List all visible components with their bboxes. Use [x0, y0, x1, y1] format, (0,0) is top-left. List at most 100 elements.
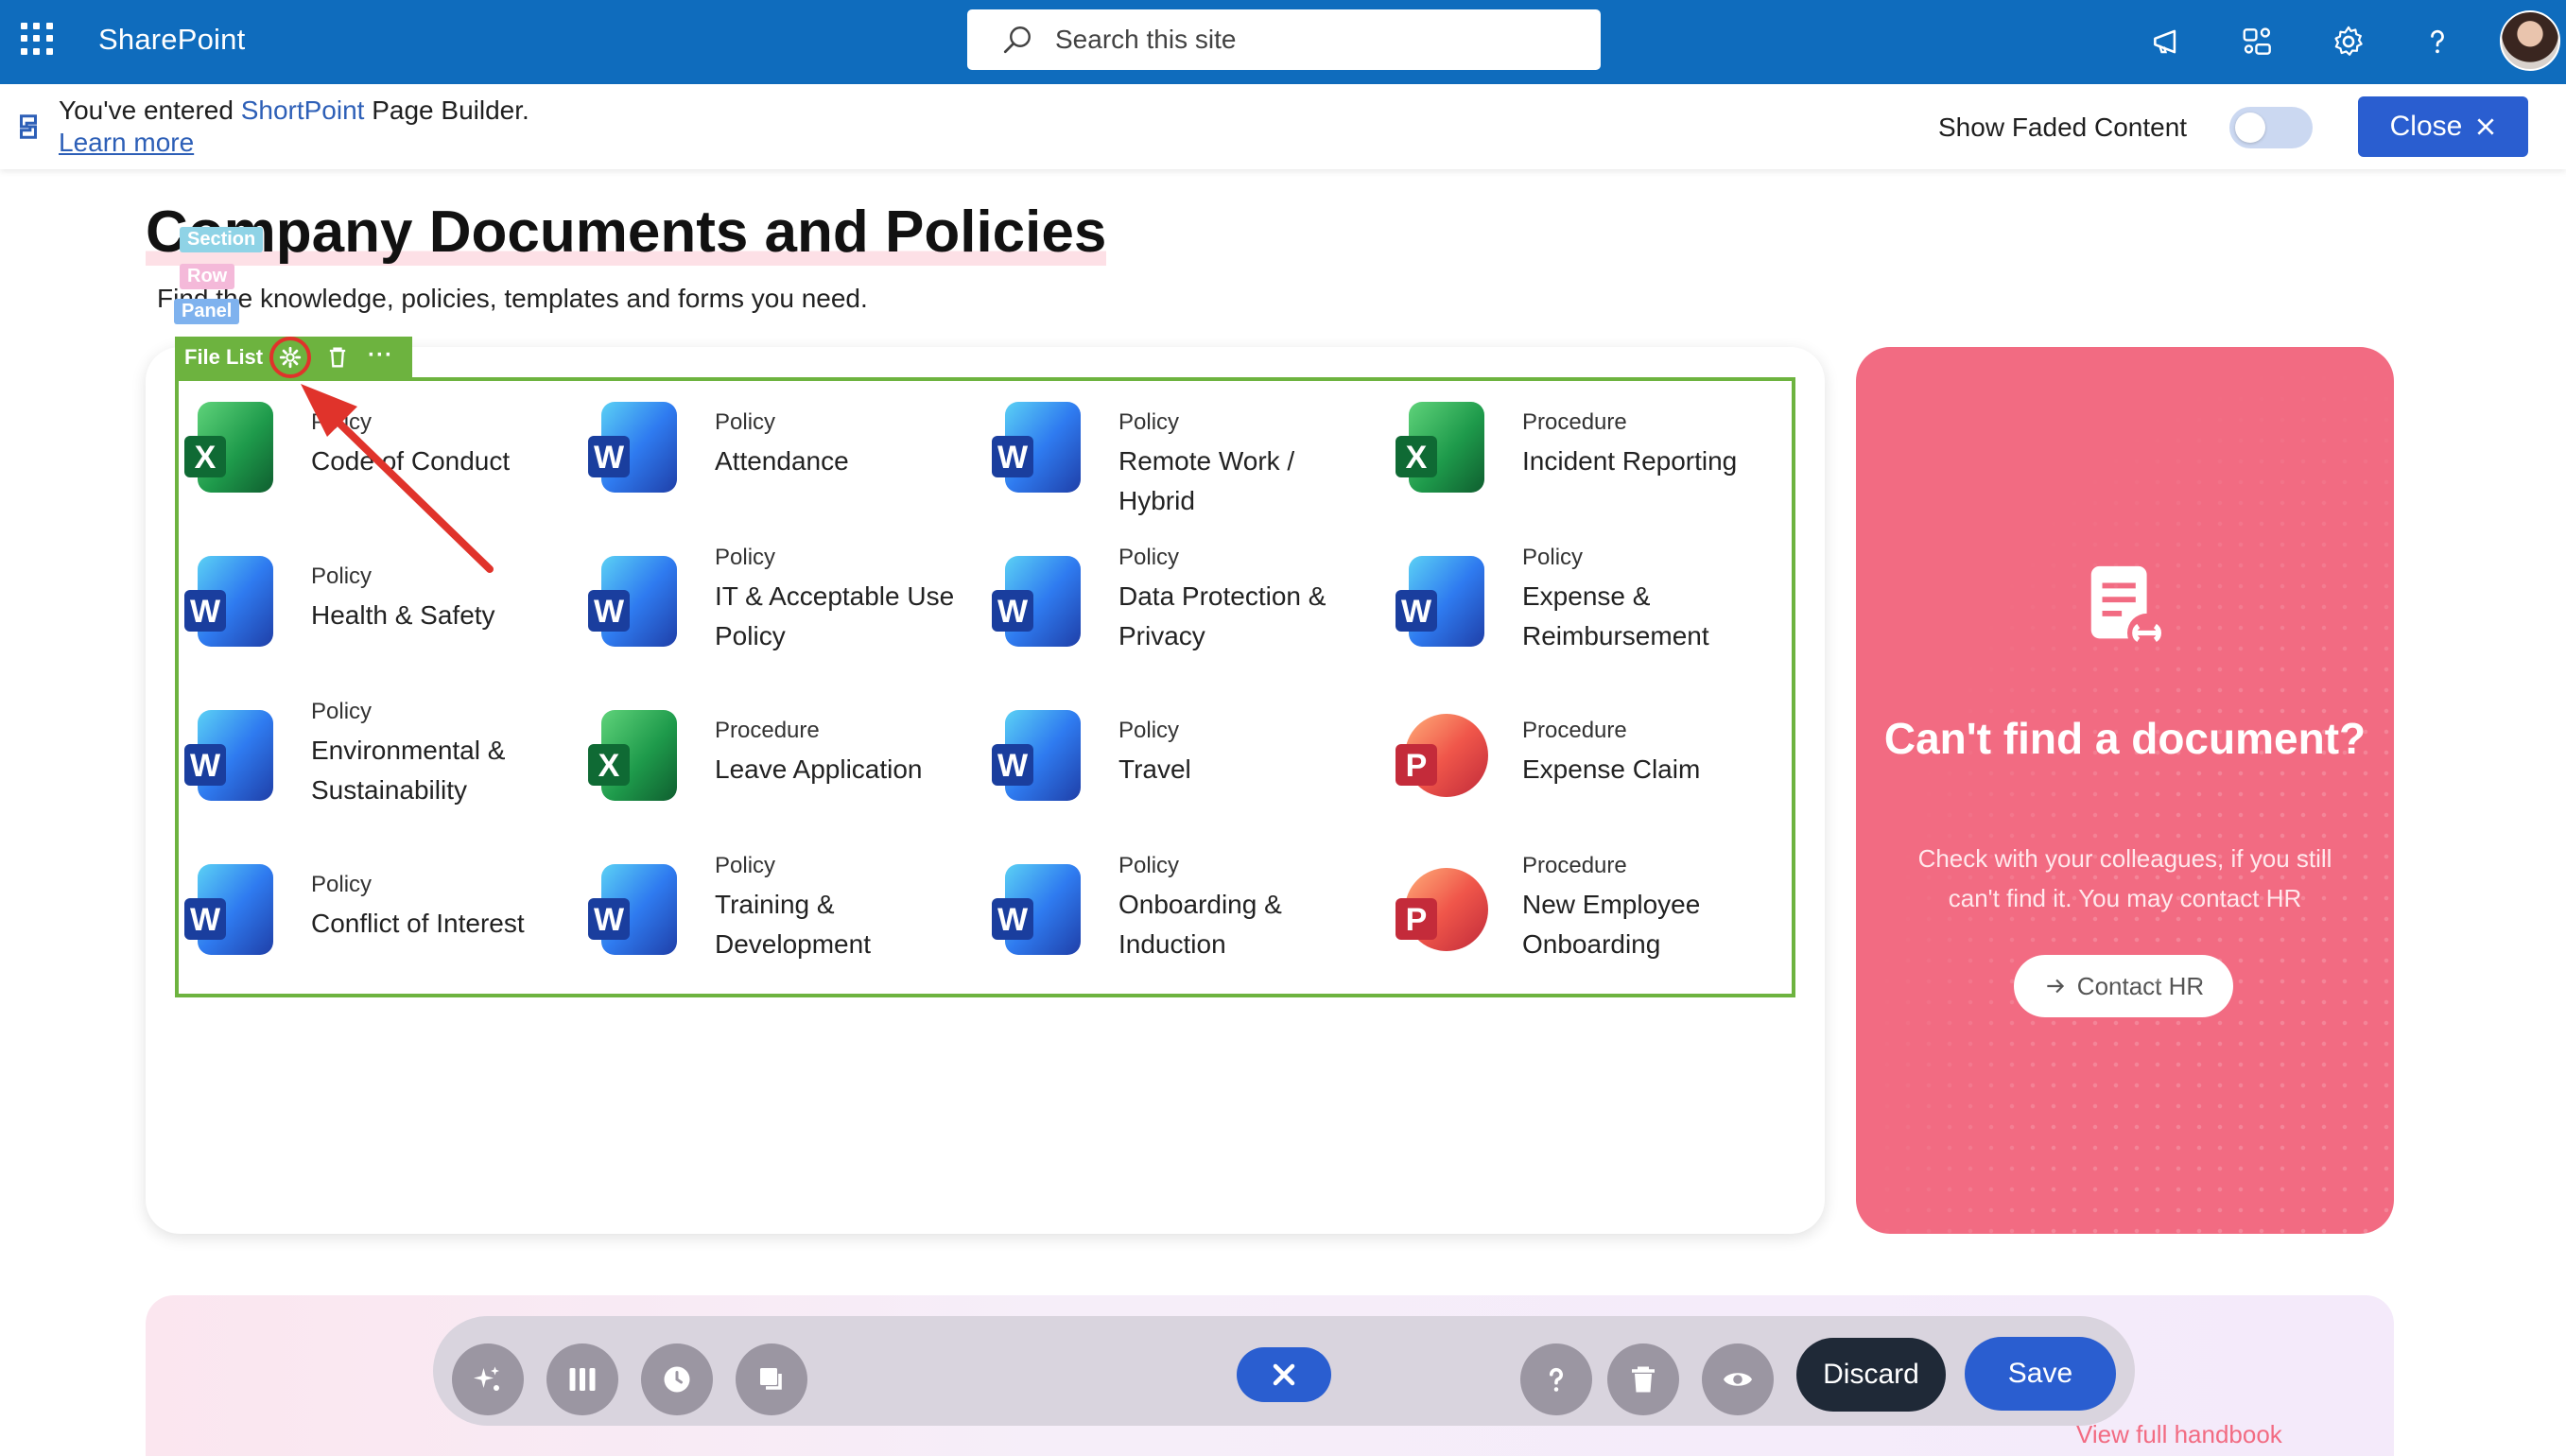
document-category: Policy — [311, 409, 373, 435]
preview-button[interactable] — [1702, 1343, 1774, 1415]
file-list-settings-button[interactable] — [269, 337, 311, 378]
document-name[interactable]: Conflict of Interest — [311, 904, 566, 944]
megaphone-icon[interactable] — [2144, 19, 2190, 64]
sparkle-icon — [474, 1366, 499, 1391]
document-link-icon — [2090, 565, 2167, 653]
word-file-icon: W — [1394, 552, 1488, 650]
layout-columns-button[interactable] — [546, 1343, 618, 1415]
app-name[interactable]: SharePoint — [98, 23, 245, 57]
document-category: Procedure — [1522, 853, 1627, 878]
document-item[interactable]: W Policy Expense & Reimbursement — [1394, 543, 1791, 685]
document-item[interactable]: W Policy IT & Acceptable Use Policy — [586, 543, 983, 685]
document-category: Policy — [715, 409, 776, 435]
word-file-icon: W — [990, 552, 1084, 650]
panel-chip[interactable]: Panel — [174, 299, 240, 324]
section-chip[interactable]: Section — [180, 227, 264, 252]
help-icon[interactable] — [2415, 19, 2460, 64]
svg-text:W: W — [190, 594, 221, 630]
excel-file-icon: X — [182, 398, 277, 496]
document-item[interactable]: P Procedure New Employee Onboarding — [1394, 851, 1791, 993]
ai-sparkle-button[interactable] — [452, 1343, 524, 1415]
svg-text:W: W — [594, 902, 625, 938]
word-file-icon: W — [182, 552, 277, 650]
document-item[interactable]: W Policy Data Protection & Privacy — [990, 543, 1387, 685]
copy-button[interactable] — [736, 1343, 807, 1415]
more-options-icon[interactable]: ··· — [368, 342, 393, 369]
document-category: Procedure — [1522, 409, 1627, 435]
svg-text:X: X — [195, 440, 217, 476]
document-name[interactable]: Incident Reporting — [1522, 442, 1777, 481]
history-button[interactable] — [641, 1343, 713, 1415]
document-category: Policy — [715, 853, 776, 878]
document-item[interactable]: W Policy Travel — [990, 697, 1387, 839]
document-name[interactable]: Health & Safety — [311, 596, 566, 635]
arrow-right-icon — [2047, 979, 2064, 994]
user-avatar[interactable] — [2500, 10, 2560, 71]
document-name[interactable]: Onboarding & Induction — [1118, 885, 1374, 964]
share-network-icon[interactable] — [2235, 19, 2280, 64]
discard-button[interactable]: Discard — [1796, 1338, 1946, 1412]
contact-hr-label: Contact HR — [2076, 971, 2205, 1000]
document-name[interactable]: IT & Acceptable Use Policy — [715, 577, 970, 656]
search-icon — [1003, 26, 1031, 54]
help-button[interactable] — [1520, 1343, 1592, 1415]
document-item[interactable]: W Policy Remote Work / Hybrid — [990, 389, 1387, 530]
document-item[interactable]: W Policy Conflict of Interest — [182, 851, 580, 993]
document-name[interactable]: Travel — [1118, 750, 1374, 789]
svg-text:W: W — [997, 440, 1029, 476]
search-box[interactable] — [967, 9, 1601, 70]
document-name[interactable]: Attendance — [715, 442, 970, 481]
document-item[interactable]: W Policy Health & Safety — [182, 543, 580, 685]
search-input[interactable] — [1055, 25, 1585, 55]
page-title: Company Documents and Policies — [146, 199, 1107, 266]
document-category: Policy — [1522, 545, 1584, 570]
document-item[interactable]: W Policy Attendance — [586, 389, 983, 530]
document-item[interactable]: W Policy Environmental & Sustainability — [182, 697, 580, 839]
document-name[interactable]: Environmental & Sustainability — [311, 731, 566, 810]
document-category: Policy — [1118, 409, 1180, 435]
document-item[interactable]: W Policy Onboarding & Induction — [990, 851, 1387, 993]
document-name[interactable]: New Employee Onboarding — [1522, 885, 1777, 964]
settings-gear-icon[interactable] — [2326, 19, 2371, 64]
close-builder-button[interactable]: Close — [2358, 96, 2528, 157]
row-chip[interactable]: Row — [180, 264, 235, 289]
document-name[interactable]: Data Protection & Privacy — [1118, 577, 1374, 656]
svg-text:P: P — [1406, 748, 1428, 784]
svg-text:X: X — [598, 748, 620, 784]
notice-text: You've entered ShortPoint Page Builder. — [59, 95, 529, 126]
contact-hr-button[interactable]: Contact HR — [2014, 955, 2233, 1017]
document-category: Policy — [1118, 853, 1180, 878]
show-faded-content-toggle[interactable] — [2229, 107, 2313, 148]
close-toolbar-button[interactable] — [1237, 1347, 1331, 1402]
document-item[interactable]: P Procedure Expense Claim — [1394, 697, 1791, 839]
svg-text:W: W — [190, 902, 221, 938]
eye-icon — [1724, 1373, 1752, 1386]
document-name[interactable]: Leave Application — [715, 750, 970, 789]
word-file-icon: W — [586, 552, 681, 650]
learn-more-link[interactable]: Learn more — [59, 128, 194, 158]
svg-text:W: W — [997, 902, 1029, 938]
close-icon — [1273, 1363, 1295, 1386]
document-item[interactable]: X Policy Code of Conduct — [182, 389, 580, 530]
document-name[interactable]: Code of Conduct — [311, 442, 566, 481]
svg-text:W: W — [997, 748, 1029, 784]
save-button[interactable]: Save — [1965, 1337, 2116, 1411]
document-item[interactable]: X Procedure Incident Reporting — [1394, 389, 1791, 530]
delete-button[interactable] — [1607, 1343, 1679, 1415]
document-name[interactable]: Training & Development — [715, 885, 970, 964]
document-name[interactable]: Expense & Reimbursement — [1522, 577, 1777, 656]
document-item[interactable]: W Policy Training & Development — [586, 851, 983, 993]
document-name[interactable]: Expense Claim — [1522, 750, 1777, 789]
document-category: Procedure — [1522, 718, 1627, 743]
trash-icon — [1632, 1366, 1655, 1393]
powerpoint-file-icon: P — [1394, 706, 1488, 805]
document-item[interactable]: X Procedure Leave Application — [586, 697, 983, 839]
page-subtitle: Find the knowledge, policies, templates … — [157, 284, 868, 313]
view-handbook-link[interactable]: View full handbook — [2076, 1420, 2282, 1449]
trash-icon[interactable] — [324, 344, 351, 371]
document-category: Procedure — [715, 718, 820, 743]
side-panel-text: Check with your colleagues, if you still… — [1917, 844, 2332, 912]
app-launcher-icon[interactable] — [21, 23, 53, 55]
file-list-element[interactable]: X Policy Code of Conduct W Policy Attendance W… — [175, 377, 1795, 997]
document-name[interactable]: Remote Work / Hybrid — [1118, 442, 1374, 521]
